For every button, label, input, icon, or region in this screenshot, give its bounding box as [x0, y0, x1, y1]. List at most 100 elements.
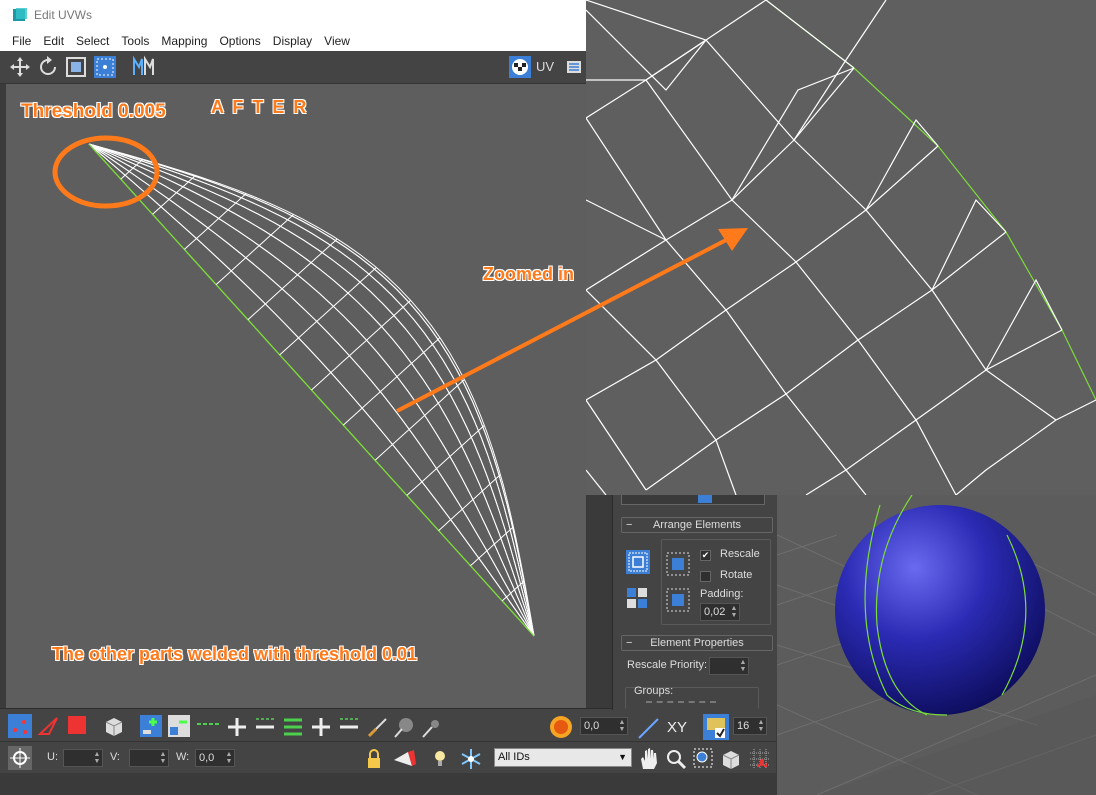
absolute-mode-icon[interactable] — [8, 746, 32, 770]
u-field[interactable]: ▲ ▼ — [63, 749, 103, 767]
sphere-view — [777, 495, 1096, 795]
move-icon[interactable] — [8, 55, 32, 79]
filter-selected-icon[interactable] — [392, 748, 418, 770]
zoomed-mesh — [586, 0, 1096, 495]
grow-ring-icon[interactable] — [310, 716, 332, 738]
paint-select-icon[interactable] — [366, 715, 390, 739]
soft-selection-icon[interactable] — [548, 714, 574, 740]
uv-mesh — [88, 143, 535, 637]
padding-field[interactable]: 0,02 ▲ ▼ — [700, 603, 740, 621]
element-mode-icon[interactable] — [102, 714, 126, 738]
other-parts-annotation: The other parts welded with threshold 0.… — [52, 644, 418, 664]
padding-value: 0,02 — [704, 606, 726, 618]
vertex-mode-icon[interactable] — [8, 714, 32, 738]
lock-icon[interactable] — [366, 748, 382, 770]
uv-grid-lines — [88, 143, 535, 637]
zoomed-annotation: Zoomed in — [483, 264, 574, 284]
after-annotation: A F T E R — [211, 97, 309, 117]
arrange-elements-rollout[interactable]: − Arrange Elements — [621, 517, 773, 533]
uv-editor-viewport[interactable]: Threshold 0.005 A F T E R The other part… — [6, 84, 586, 708]
zoom-region-icon[interactable] — [692, 747, 714, 771]
loop-icon[interactable] — [196, 718, 220, 734]
pack-recursive-icon[interactable] — [666, 588, 690, 612]
app-icon — [13, 8, 27, 21]
w-field[interactable]: 0,0 ▲ ▼ — [195, 749, 235, 767]
groups-buttons[interactable] — [646, 701, 716, 704]
rotate-icon[interactable] — [36, 55, 60, 79]
rotate-checkbox[interactable] — [700, 571, 711, 582]
scale-icon[interactable] — [64, 55, 88, 79]
snap-line-icon[interactable] — [636, 716, 662, 740]
edge-mode-icon[interactable] — [37, 714, 61, 738]
element-properties-rollout[interactable]: − Element Properties — [621, 635, 773, 651]
rescale-priority-spinner[interactable]: ▲ ▼ — [739, 659, 747, 673]
pack-together-icon[interactable] — [625, 585, 651, 611]
grid-snap-icon[interactable] — [703, 714, 729, 740]
menu-select[interactable]: Select — [70, 34, 115, 48]
grid-snap-toggle-icon[interactable] — [748, 747, 772, 771]
padding-label: Padding: — [700, 588, 744, 600]
shrink-selection-icon[interactable] — [167, 714, 191, 738]
soft-selection-value[interactable]: 0,0 ▲ ▼ — [580, 717, 628, 735]
menu-file[interactable]: File — [6, 34, 37, 48]
rescale-priority-field[interactable]: ▲ ▼ — [709, 657, 749, 675]
hide-icon[interactable] — [432, 748, 448, 770]
w-spinner[interactable]: ▲ ▼ — [225, 751, 233, 765]
freeze-icon[interactable] — [459, 747, 483, 771]
polygon-mode-icon[interactable] — [66, 714, 88, 736]
top-toolbar: UV — [0, 51, 586, 84]
panel-tab-icon — [698, 495, 712, 503]
padding-spinner[interactable]: ▲ ▼ — [730, 605, 738, 619]
arrange-elements-header: Arrange Elements — [652, 519, 742, 531]
rotate-label: Rotate — [720, 569, 753, 581]
u-spinner[interactable]: ▲ ▼ — [93, 751, 101, 765]
grid-value[interactable]: 16 ▲ ▼ — [733, 717, 767, 735]
pack-normalize-icon[interactable] — [625, 549, 651, 575]
ring-icon[interactable] — [282, 716, 304, 738]
material-id-value: All IDs — [498, 751, 530, 763]
rescale-checkbox[interactable]: ✔ — [700, 550, 711, 561]
w-value-text: 0,0 — [199, 752, 215, 764]
menu-edit[interactable]: Edit — [37, 34, 70, 48]
perspective-viewport[interactable] — [777, 495, 1096, 795]
options-list-icon[interactable] — [564, 55, 584, 79]
shrink-brush-icon[interactable] — [420, 715, 444, 739]
menu-view[interactable]: View — [318, 34, 356, 48]
soft-selection-spinner[interactable]: ▲ ▼ — [618, 719, 626, 733]
groups-box: Groups: — [625, 685, 759, 709]
v-label: V: — [110, 751, 120, 763]
enlarge-brush-icon[interactable] — [392, 715, 416, 739]
groups-label: Groups: — [634, 685, 674, 697]
zoom-extents-icon[interactable] — [719, 747, 743, 771]
zoomed-view — [586, 0, 1096, 495]
pack-custom-icon[interactable] — [666, 552, 690, 576]
blue-sphere — [835, 505, 1045, 715]
panel-top-strip — [621, 495, 765, 505]
grow-selection-icon[interactable] — [139, 714, 163, 738]
freeform-icon[interactable] — [93, 55, 117, 79]
grid-value-spinner[interactable]: ▲ ▼ — [757, 719, 765, 733]
xy-label[interactable]: XY — [667, 719, 687, 736]
menu-tools[interactable]: Tools — [115, 34, 155, 48]
mirror-icon[interactable] — [131, 55, 155, 79]
pan-icon[interactable] — [638, 747, 660, 771]
u-label: U: — [47, 751, 58, 763]
material-id-select[interactable]: All IDs ▼ — [494, 748, 632, 767]
menu-mapping[interactable]: Mapping — [155, 34, 213, 48]
zoom-icon[interactable] — [665, 747, 687, 771]
rescale-priority-label: Rescale Priority: — [627, 659, 708, 671]
title-bar: Edit UVWs — [0, 0, 586, 30]
menu-options[interactable]: Options — [213, 34, 266, 48]
v-spinner[interactable]: ▲ ▼ — [159, 751, 167, 765]
rescale-label: Rescale — [720, 548, 760, 560]
transform-toolbar: U: ▲ ▼ V: ▲ ▼ W: 0,0 ▲ ▼ All IDs ▼ — [0, 741, 776, 773]
uv-channel-label[interactable]: UV — [536, 59, 554, 74]
shrink-ring-icon[interactable] — [338, 716, 360, 738]
checker-map-icon[interactable] — [508, 55, 532, 79]
shrink-loop-icon[interactable] — [254, 716, 276, 738]
v-field[interactable]: ▲ ▼ — [129, 749, 169, 767]
grow-loop-icon[interactable] — [226, 716, 248, 738]
menu-display[interactable]: Display — [267, 34, 318, 48]
edit-uvws-window: Edit UVWs File Edit Select Tools Mapping… — [0, 0, 776, 795]
element-properties-header: Element Properties — [650, 637, 744, 649]
